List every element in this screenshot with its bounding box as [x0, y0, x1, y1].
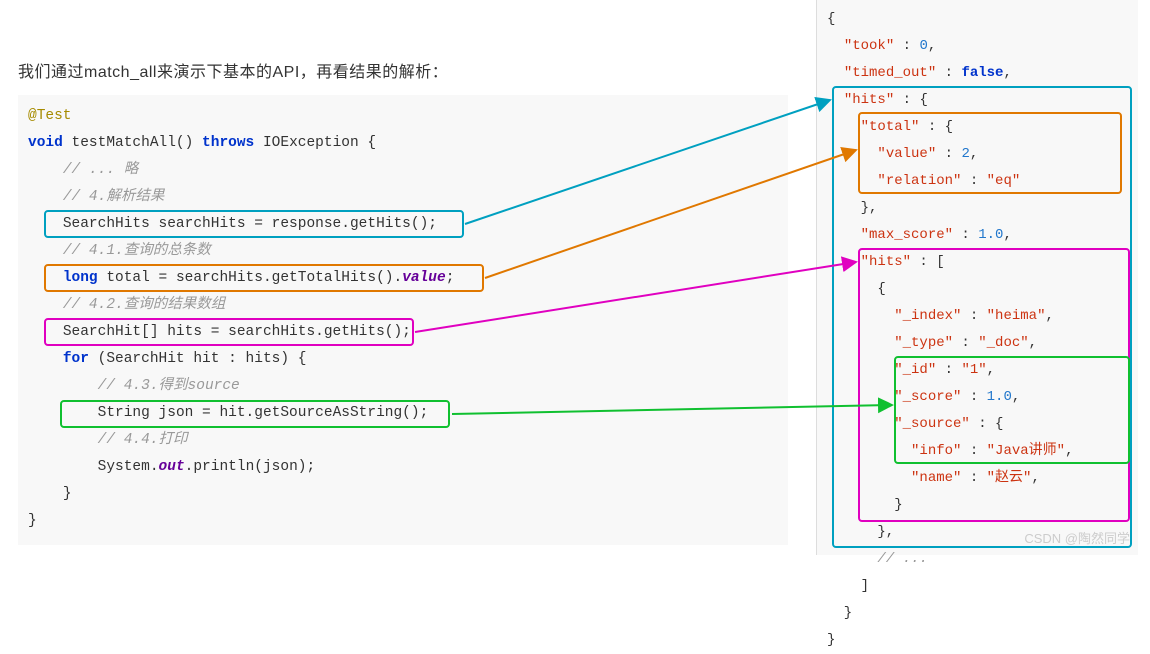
took-key: "took" — [844, 38, 894, 54]
json-ellipsis: // ... — [877, 551, 927, 567]
line-searchhits: SearchHits searchHits = response.getHits… — [63, 216, 437, 232]
score-val: 1.0 — [987, 389, 1012, 405]
maxscore-val: 1.0 — [978, 227, 1003, 243]
info-key: "info" — [911, 443, 961, 459]
id-val: "1" — [961, 362, 986, 378]
line-print-b: out — [159, 459, 185, 475]
comment-4: // 4.2.查询的结果数组 — [63, 297, 225, 313]
line-json: String json = hit.getSourceAsString(); — [98, 405, 429, 421]
type-val: "_doc" — [978, 335, 1028, 351]
name-key: "name" — [911, 470, 961, 486]
line-total-c: ; — [446, 270, 455, 286]
index-val: "heima" — [987, 308, 1046, 324]
comment-5: // 4.3.得到source — [98, 378, 240, 394]
name-val: "赵云" — [987, 470, 1032, 486]
kw-void: void — [28, 135, 63, 151]
relation-key: "relation" — [877, 173, 961, 189]
rbrace-outer: } — [28, 513, 37, 529]
hits2-key: "hits" — [861, 254, 911, 270]
comment-3: // 4.1.查询的总条数 — [63, 243, 211, 259]
maxscore-key: "max_score" — [861, 227, 953, 243]
took-val: 0 — [919, 38, 927, 54]
value-key: "value" — [877, 146, 936, 162]
timed-val: false — [961, 65, 1003, 81]
line-total-a: total = searchHits.getTotalHits(). — [98, 270, 403, 286]
id-key: "_id" — [894, 362, 936, 378]
info-val: "Java讲师" — [987, 443, 1065, 459]
score-key: "_score" — [894, 389, 961, 405]
timed-key: "timed_out" — [844, 65, 936, 81]
line-for: (SearchHit hit : hits) { — [89, 351, 307, 367]
type-key: "_type" — [894, 335, 953, 351]
comment-2: // 4.解析结果 — [63, 189, 165, 205]
rbrace-inner: } — [63, 486, 72, 502]
watermark: CSDN @陶然同学 — [1024, 528, 1130, 547]
method-sig: testMatchAll() — [63, 135, 202, 151]
kw-for: for — [63, 351, 89, 367]
source-key: "_source" — [894, 416, 970, 432]
comment-1: // ... 略 — [63, 162, 138, 178]
index-key: "_index" — [894, 308, 961, 324]
relation-val: "eq" — [987, 173, 1021, 189]
json-response-block: { "took" : 0, "timed_out" : false, "hits… — [816, 0, 1138, 555]
anno-test: @Test — [28, 108, 72, 124]
line-total-b: value — [402, 270, 446, 286]
kw-throws: throws — [202, 135, 254, 151]
line-print-a: System. — [98, 459, 159, 475]
comment-6: // 4.4.打印 — [98, 432, 188, 448]
kw-long: long — [63, 270, 98, 286]
line-print-c: .println(json); — [185, 459, 316, 475]
intro-text: 我们通过match_all来演示下基本的API，再看结果的解析： — [18, 58, 448, 82]
total-key: "total" — [861, 119, 920, 135]
exception-decl: IOException { — [254, 135, 376, 151]
hits-key: "hits" — [844, 92, 894, 108]
line-hitsarr: SearchHit[] hits = searchHits.getHits(); — [63, 324, 411, 340]
value-val: 2 — [961, 146, 969, 162]
java-code-block: @Test void testMatchAll() throws IOExcep… — [18, 95, 788, 545]
